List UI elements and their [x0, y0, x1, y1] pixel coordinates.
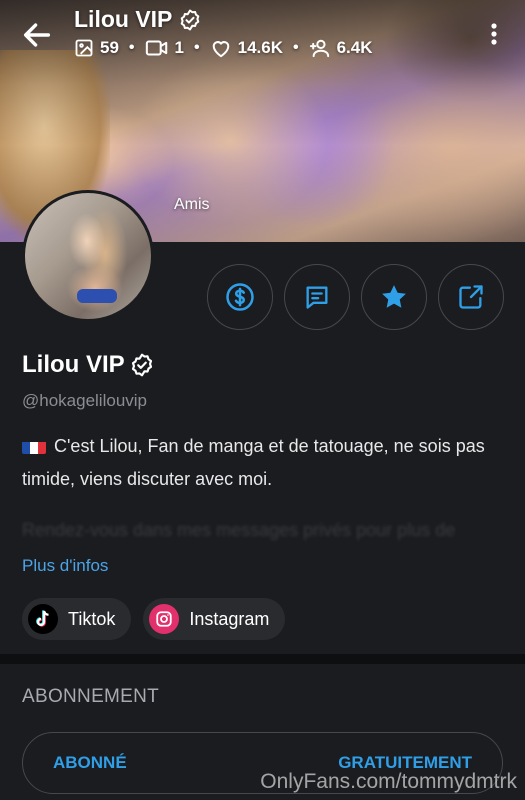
heart-icon — [212, 41, 229, 58]
stat-separator: • — [292, 39, 299, 56]
stat-separator: • — [128, 39, 135, 56]
watermark: OnlyFans.com/tommydmtrk — [260, 770, 517, 793]
message-button[interactable] — [284, 264, 350, 330]
profile-bio-faded: Rendez-vous dans mes messages privés pou… — [22, 520, 456, 540]
profile-bio-text: C'est Lilou, Fan de manga et de tatouage… — [22, 436, 485, 489]
tip-button[interactable] — [207, 264, 273, 330]
share-icon — [459, 285, 483, 309]
verified-icon — [181, 9, 200, 30]
video-icon — [145, 40, 167, 56]
profile-handle: @hokagelilouvip — [22, 391, 148, 410]
header-stats: 59 • 1 • 14.6K • 6.4K — [74, 38, 373, 58]
profile-actions — [207, 264, 504, 330]
stat-separator: • — [194, 39, 200, 56]
france-flag-icon — [22, 437, 46, 454]
more-info-link[interactable]: Plus d'infos — [22, 556, 108, 576]
social-chip-tiktok[interactable]: Tiktok — [22, 598, 132, 640]
social-chip-instagram-label: Instagram — [189, 608, 270, 629]
avatar[interactable] — [22, 190, 154, 322]
back-button[interactable] — [20, 18, 54, 52]
social-chip-tiktok-label: Tiktok — [68, 608, 116, 629]
top-bar: Lilou VIP 59 • 1 • 14.6K • 6.4K — [0, 0, 525, 70]
cover-caption: Amis — [174, 196, 210, 213]
more-vertical-icon — [491, 23, 497, 45]
more-options-button[interactable] — [484, 20, 504, 48]
image-icon — [75, 39, 93, 57]
instagram-icon — [149, 604, 180, 634]
fans-icon — [309, 39, 329, 58]
dollar-icon — [226, 283, 254, 311]
stat-likes-value: 14.6K — [237, 38, 283, 57]
arrow-left-icon — [23, 23, 51, 47]
tiktok-icon — [28, 604, 58, 634]
section-divider — [0, 654, 525, 664]
share-button[interactable] — [438, 264, 504, 330]
stat-photos-value: 59 — [100, 38, 119, 57]
subscribe-button-label: ABONNÉ — [53, 753, 127, 772]
social-links: Tiktok Instagram — [22, 598, 286, 640]
social-chip-instagram[interactable]: Instagram — [143, 598, 286, 640]
star-icon — [382, 285, 406, 308]
favorite-button[interactable] — [361, 264, 427, 330]
subscription-title: ABONNEMENT — [22, 686, 160, 707]
message-icon — [306, 286, 328, 309]
stat-likes: 14.6K — [210, 38, 283, 58]
profile-name: Lilou VIP — [22, 351, 125, 378]
profile-bio: C'est Lilou, Fan de manga et de tatouage… — [22, 430, 502, 496]
header-title-row: Lilou VIP — [74, 6, 202, 33]
stat-fans: 6.4K — [309, 38, 373, 58]
profile-name-row: Lilou VIP — [22, 351, 155, 379]
header-title: Lilou VIP — [74, 6, 173, 32]
stat-videos: 1 — [145, 38, 184, 58]
stat-photos: 59 — [74, 38, 119, 58]
verified-icon — [131, 353, 152, 377]
avatar-detail-shape — [77, 289, 117, 303]
stat-fans-value: 6.4K — [336, 38, 373, 57]
stat-videos-value: 1 — [174, 38, 184, 57]
